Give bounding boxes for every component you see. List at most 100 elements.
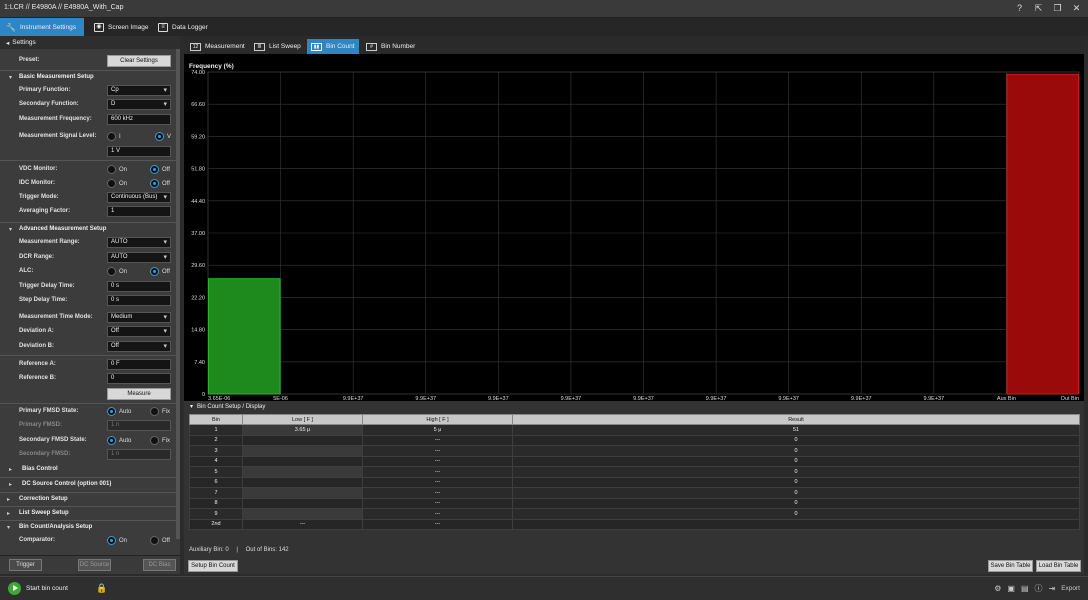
table-cell[interactable]	[242, 487, 363, 499]
meas-freq-field[interactable]: 600 kHz	[107, 114, 171, 125]
table-cell[interactable]	[242, 434, 363, 446]
table-cell[interactable]: ---	[362, 434, 513, 446]
basic-section-header[interactable]: ▾ Basic Measurement Setup	[0, 70, 176, 83]
table-row[interactable]: 2nd --- ---	[189, 518, 1080, 530]
secondary-fmsd-fix-radio[interactable]: Fix	[150, 436, 170, 445]
secondary-function-select[interactable]: D	[107, 99, 171, 110]
lock-icon[interactable]: 🔒	[96, 583, 107, 594]
alc-on-radio[interactable]: On	[107, 267, 127, 276]
table-cell[interactable]: 3.65 μ	[242, 424, 363, 436]
table-row[interactable]: 4 --- 0	[189, 455, 1080, 467]
meas-time-select[interactable]: Medium	[107, 312, 171, 323]
clear-settings-button[interactable]: Clear Settings	[107, 55, 171, 67]
table-row[interactable]: 3 --- 0	[189, 445, 1080, 457]
table-cell[interactable]: ---	[362, 508, 513, 520]
table-row[interactable]: 6 --- 0	[189, 476, 1080, 488]
table-row[interactable]: 2 --- 0	[189, 434, 1080, 446]
dc-source-control-header[interactable]: ▸ DC Source Control (option 001)	[0, 477, 176, 490]
info-icon[interactable]: ⓘ	[1035, 583, 1043, 594]
table-cell[interactable]: 5 μ	[362, 424, 513, 436]
bin-count-setup-header[interactable]: ▾ Bin Count/Analysis Setup	[0, 520, 176, 533]
gear-icon[interactable]: ⚙	[994, 584, 1001, 593]
idc-off-radio[interactable]: Off	[150, 179, 170, 188]
signal-v-radio[interactable]: V	[155, 132, 171, 141]
folder-icon[interactable]: ▤	[1021, 584, 1029, 593]
settings-header[interactable]: ◂ Settings	[0, 36, 180, 49]
bin-table-header[interactable]: ▾ Bin Count Setup / Display	[184, 401, 1084, 412]
signal-level-field[interactable]: 1 V	[107, 146, 171, 157]
save-bin-table-button[interactable]: Save Bin Table	[988, 560, 1033, 572]
secondary-fmsd-auto-radio[interactable]: Auto	[107, 436, 131, 445]
primary-fmsd-fix-radio[interactable]: Fix	[150, 407, 170, 416]
tab-instrument-settings[interactable]: 🔧 Instrument Settings	[0, 18, 84, 36]
dc-bias-button[interactable]: DC Bias	[143, 559, 176, 571]
tab-screen-image[interactable]: ◉ Screen Image	[88, 18, 154, 36]
meas-range-select[interactable]: AUTO	[107, 237, 171, 248]
table-cell[interactable]: ---	[362, 466, 513, 478]
export-label[interactable]: Export	[1061, 585, 1080, 592]
correction-setup-header[interactable]: ▸ Correction Setup	[0, 492, 176, 505]
start-bin-count-button[interactable]: Start bin count	[8, 582, 68, 595]
table-cell[interactable]	[242, 445, 363, 457]
tab-bin-count[interactable]: ▮▮ Bin Count	[307, 39, 359, 54]
table-row[interactable]: 1 3.65 μ5 μ 51	[189, 424, 1080, 436]
trigger-button[interactable]: Trigger	[9, 559, 42, 571]
tab-data-logger[interactable]: ≡ Data Logger	[152, 18, 214, 36]
table-cell[interactable]	[242, 497, 363, 509]
deviation-b-select[interactable]: Off	[107, 341, 171, 352]
trigger-delay-field[interactable]: 0 s	[107, 281, 171, 292]
bar	[208, 278, 281, 395]
setup-bin-count-button[interactable]: Setup Bin Count	[188, 560, 238, 572]
table-row[interactable]: 9 --- 0	[189, 508, 1080, 520]
comparator-off-radio[interactable]: Off	[150, 536, 170, 545]
dc-source-button[interactable]: DC Source	[78, 559, 111, 571]
measure-button[interactable]: Measure	[107, 388, 171, 400]
averaging-field[interactable]: 1	[107, 206, 171, 217]
vdc-on-radio[interactable]: On	[107, 165, 127, 174]
idc-on-radio[interactable]: On	[107, 179, 127, 188]
help-icon[interactable]: ?	[1014, 3, 1025, 14]
comparator-on-radio[interactable]: On	[107, 536, 127, 545]
reference-b-field[interactable]: 0	[107, 373, 171, 384]
table-cell[interactable]: ---	[242, 518, 363, 530]
tab-list-sweep[interactable]: ≣ List Sweep	[250, 39, 305, 54]
bin-number-icon: #	[366, 42, 377, 51]
deviation-a-select[interactable]: Off	[107, 326, 171, 337]
step-delay-field[interactable]: 0 s	[107, 295, 171, 306]
dcr-range-select[interactable]: AUTO	[107, 252, 171, 263]
list-sweep-setup-header[interactable]: ▸ List Sweep Setup	[0, 506, 176, 519]
settings-scrollbar[interactable]	[176, 49, 180, 539]
table-row[interactable]: 7 --- 0	[189, 487, 1080, 499]
table-row[interactable]: 8 --- 0	[189, 497, 1080, 509]
alc-off-radio[interactable]: Off	[150, 267, 170, 276]
tab-label: Data Logger	[172, 23, 208, 31]
table-cell[interactable]	[242, 455, 363, 467]
close-icon[interactable]: ✕	[1071, 3, 1082, 14]
trigger-mode-select[interactable]: Continuous (Bus)	[107, 192, 171, 203]
table-cell[interactable]	[242, 466, 363, 478]
load-bin-table-button[interactable]: Load Bin Table	[1036, 560, 1081, 572]
reference-a-field[interactable]: 0 F	[107, 359, 171, 370]
advanced-section-header[interactable]: ▾ Advanced Measurement Setup	[0, 222, 176, 235]
bias-control-header[interactable]: ▸ Bias Control	[0, 463, 176, 476]
table-cell[interactable]	[242, 476, 363, 488]
tab-bin-number[interactable]: # Bin Number	[362, 39, 419, 54]
table-cell[interactable]: ---	[362, 445, 513, 457]
tab-measurement[interactable]: 12 Measurement	[186, 39, 249, 54]
table-cell[interactable]	[242, 508, 363, 520]
table-cell[interactable]: ---	[362, 518, 513, 530]
table-cell: 8	[189, 497, 243, 509]
signal-i-radio[interactable]: I	[107, 132, 121, 141]
vdc-off-radio[interactable]: Off	[150, 165, 170, 174]
save-icon[interactable]: ▣	[1007, 584, 1015, 593]
primary-fmsd-auto-radio[interactable]: Auto	[107, 407, 131, 416]
restore-icon[interactable]: ❐	[1052, 3, 1063, 14]
table-cell[interactable]: ---	[362, 497, 513, 509]
popout-icon[interactable]: ⇱	[1033, 3, 1044, 14]
export-icon[interactable]: ⇥	[1049, 584, 1056, 593]
table-cell[interactable]: ---	[362, 476, 513, 488]
primary-function-select[interactable]: Cp	[107, 85, 171, 96]
table-cell[interactable]: ---	[362, 487, 513, 499]
table-cell[interactable]: ---	[362, 455, 513, 467]
table-row[interactable]: 5 --- 0	[189, 466, 1080, 478]
